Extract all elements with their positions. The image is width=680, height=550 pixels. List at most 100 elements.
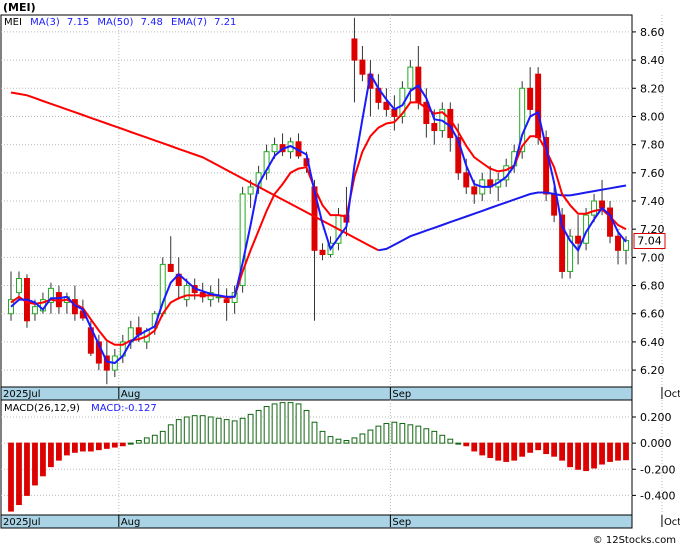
macd-bar bbox=[487, 442, 494, 458]
candle-body bbox=[575, 235, 582, 244]
legend-ma50-label: MA(50) bbox=[97, 17, 133, 28]
macd-tick-label: -0.200 bbox=[640, 463, 675, 476]
macd-bar bbox=[367, 429, 374, 444]
macd-bar bbox=[415, 425, 422, 444]
macd-bar bbox=[151, 434, 158, 444]
macd-bar bbox=[8, 442, 14, 512]
macd-bar bbox=[375, 425, 382, 444]
price-tick-label: 7.40 bbox=[640, 195, 665, 208]
macd-bar bbox=[503, 442, 510, 462]
macd-bar bbox=[399, 423, 406, 444]
macd-bar bbox=[591, 442, 597, 469]
date-label: Sep bbox=[392, 389, 411, 400]
macd-bar bbox=[407, 424, 414, 444]
macd-bar bbox=[527, 442, 534, 453]
last-price-label: 7.04 bbox=[637, 235, 662, 248]
price-tick-label: 6.80 bbox=[640, 280, 665, 293]
macd-bar bbox=[40, 442, 46, 477]
macd-bar bbox=[327, 436, 334, 444]
macd-tick-label: -0.400 bbox=[640, 489, 675, 502]
macd-bar bbox=[335, 438, 342, 444]
macd-bar bbox=[567, 442, 573, 468]
macd-bar bbox=[135, 440, 142, 444]
candle-body bbox=[167, 263, 174, 272]
macd-bar bbox=[223, 419, 230, 444]
macd-legend-value: MACD:-0.127 bbox=[91, 403, 157, 414]
candle-body bbox=[351, 38, 358, 61]
stock-chart: 6.20 6.40 6.60 6.80 7.00 7.20 7.40 7.60 7.80 8.00… bbox=[0, 0, 680, 546]
date-label: 2025Jul bbox=[3, 517, 41, 528]
price-tick-label: 7.60 bbox=[640, 167, 665, 180]
macd-tick-label: 0.000 bbox=[640, 437, 672, 450]
macd-bar bbox=[247, 413, 254, 444]
price-tick-label: 6.40 bbox=[640, 336, 665, 349]
candle-body bbox=[31, 306, 38, 315]
candle-body bbox=[359, 59, 366, 75]
macd-bar bbox=[303, 409, 310, 444]
macd-bar bbox=[623, 442, 629, 461]
macd-bar bbox=[575, 442, 581, 470]
macd-bar bbox=[351, 437, 358, 444]
legend-ma3-value: 7.15 bbox=[67, 17, 89, 28]
macd-bar bbox=[471, 442, 478, 452]
date-band-top bbox=[0, 386, 633, 401]
candle-body bbox=[247, 186, 254, 195]
macd-bar bbox=[423, 428, 430, 444]
macd-bar bbox=[583, 442, 589, 472]
macd-bar bbox=[359, 433, 366, 444]
chart-canvas: 6.206.406.606.807.007.207.407.607.808.00… bbox=[0, 0, 680, 546]
candle-body bbox=[463, 172, 470, 188]
price-tick-label: 7.00 bbox=[640, 251, 665, 264]
macd-bar bbox=[455, 442, 462, 445]
macd-bar bbox=[599, 442, 605, 465]
macd-bar bbox=[607, 442, 613, 462]
date-band-bottom bbox=[0, 514, 633, 529]
candle-body bbox=[407, 66, 414, 89]
candle-body bbox=[55, 292, 62, 308]
macd-bar bbox=[239, 417, 246, 444]
date-label: 2025Jul bbox=[3, 389, 41, 400]
date-label: Aug bbox=[121, 389, 141, 400]
candle-body bbox=[615, 235, 621, 251]
price-legend: MEI MA(3) 7.15 MA(50) 7.48 EMA(7) 7.21 bbox=[4, 17, 236, 28]
legend-ma3-label: MA(3) bbox=[30, 17, 60, 28]
macd-legend: MACD(26,12,9) MACD:-0.127 bbox=[4, 403, 157, 414]
candle-body bbox=[271, 144, 278, 153]
macd-bar bbox=[207, 416, 214, 444]
date-label: Sep bbox=[392, 517, 411, 528]
macd-bar bbox=[64, 442, 70, 456]
price-tick-label: 6.60 bbox=[640, 308, 665, 321]
macd-bar bbox=[431, 430, 438, 444]
macd-bar bbox=[199, 415, 206, 444]
macd-bar bbox=[143, 437, 150, 444]
price-tick-label: 6.20 bbox=[640, 364, 665, 377]
macd-bar bbox=[215, 417, 222, 444]
macd-bar bbox=[551, 442, 558, 457]
macd-bar bbox=[95, 442, 102, 451]
candle-body bbox=[431, 123, 438, 132]
macd-bar bbox=[383, 423, 390, 444]
candle-body bbox=[223, 299, 230, 303]
macd-bar bbox=[231, 420, 238, 444]
macd-bar bbox=[79, 442, 86, 452]
macd-bar bbox=[391, 421, 398, 444]
legend-ma50-value: 7.48 bbox=[141, 17, 163, 28]
macd-bar bbox=[56, 442, 62, 461]
macd-bar bbox=[495, 442, 502, 461]
candle-body bbox=[591, 200, 598, 216]
candle-body bbox=[16, 278, 22, 294]
macd-bar bbox=[111, 442, 118, 448]
macd-bar bbox=[175, 419, 182, 444]
macd-bar bbox=[319, 430, 326, 444]
macd-bar bbox=[255, 409, 262, 444]
macd-bar bbox=[295, 403, 302, 444]
macd-bar bbox=[16, 442, 22, 506]
date-label: Oct bbox=[664, 517, 680, 528]
macd-bar bbox=[543, 442, 550, 455]
macd-bar bbox=[167, 424, 174, 444]
macd-bar bbox=[447, 438, 454, 444]
macd-bar bbox=[119, 442, 126, 447]
macd-bar bbox=[343, 440, 350, 444]
macd-legend-label: MACD(26,12,9) bbox=[4, 403, 80, 414]
macd-bar bbox=[48, 442, 54, 468]
